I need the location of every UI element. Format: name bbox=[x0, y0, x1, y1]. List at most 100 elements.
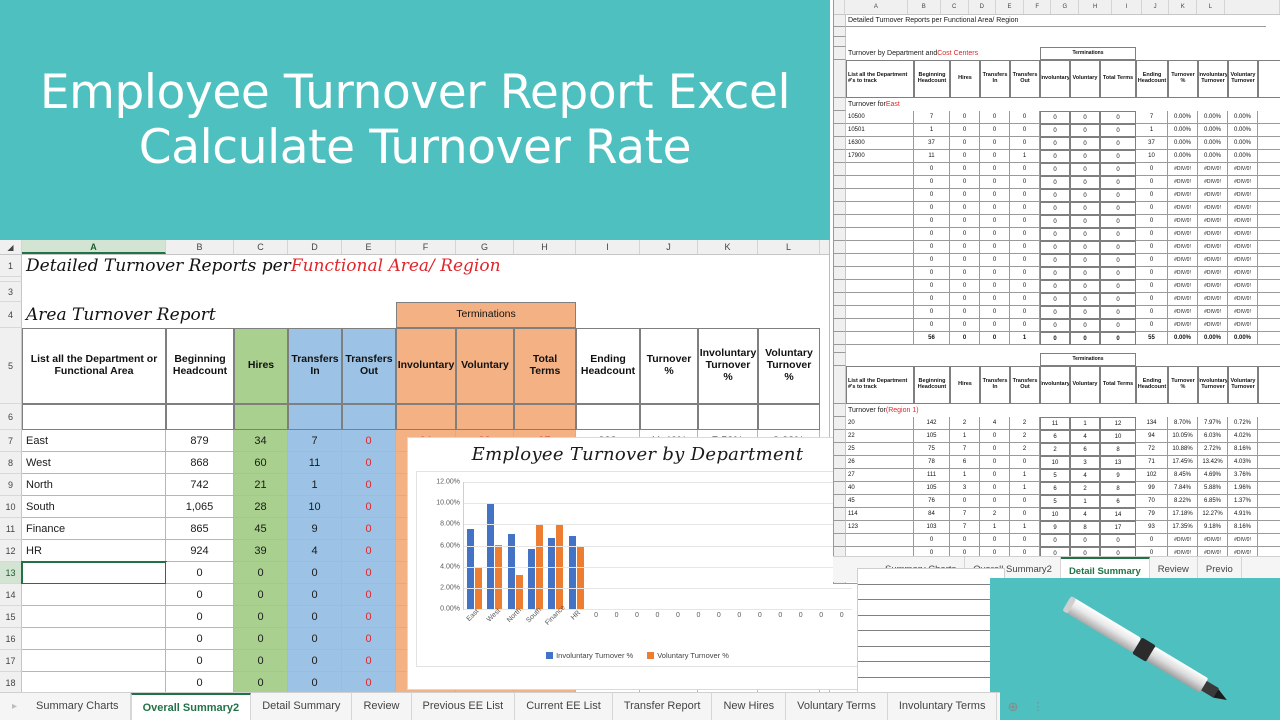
right-cell-b2r6-c6[interactable]: 5 bbox=[1040, 495, 1070, 508]
right-cell-b1r14-c6[interactable]: 0 bbox=[1040, 293, 1070, 306]
right-cell-b1r11-c2[interactable]: 0 bbox=[914, 254, 950, 267]
right-row-header[interactable] bbox=[834, 293, 846, 306]
right-cell-b2r5-c12[interactable]: 1.96% bbox=[1228, 482, 1258, 495]
right-cell-b1r2-c9[interactable]: 37 bbox=[1136, 137, 1168, 150]
right-cell-b1r15-c12[interactable]: #DIV/0! bbox=[1228, 306, 1258, 319]
right-cell-b1r2-c3[interactable]: 0 bbox=[950, 137, 980, 150]
right-cell-b1r7-extra[interactable] bbox=[1258, 202, 1280, 215]
right-cell-b2r3-c11[interactable]: 13.42% bbox=[1198, 456, 1228, 469]
right-cell-b1r5-extra[interactable] bbox=[1258, 176, 1280, 189]
right-cell-b1r11-c3[interactable]: 0 bbox=[950, 254, 980, 267]
right-cell-b1r14-c9[interactable]: 0 bbox=[1136, 293, 1168, 306]
right-cell-b1r16-c6[interactable]: 0 bbox=[1040, 319, 1070, 332]
right-column-header-d[interactable]: D bbox=[968, 0, 997, 14]
right-cell-b1-total-c12[interactable]: 0.00% bbox=[1228, 332, 1258, 345]
right-cell-b1r8-c6[interactable]: 0 bbox=[1040, 215, 1070, 228]
right-cell-b1r10-c12[interactable]: #DIV/0! bbox=[1228, 241, 1258, 254]
right-cell-b1r14-c7[interactable]: 0 bbox=[1070, 293, 1100, 306]
right-cell-b1r10-c11[interactable]: #DIV/0! bbox=[1198, 241, 1228, 254]
right-cell-b1r2-c10[interactable]: 0.00% bbox=[1168, 137, 1198, 150]
right-cell-b2r8-c1[interactable]: 123 bbox=[846, 521, 914, 534]
right-cell-b2r7-c2[interactable]: 84 bbox=[914, 508, 950, 521]
right-cell-b1r13-c6[interactable]: 0 bbox=[1040, 280, 1070, 293]
left-row-header-8[interactable]: 8 bbox=[0, 452, 22, 474]
left-cell-r8-c4[interactable]: 11 bbox=[288, 452, 342, 474]
left-blank-row6-col1[interactable] bbox=[22, 404, 166, 430]
right-cell-b2r1-c8[interactable]: 10 bbox=[1100, 430, 1136, 443]
right-cell-b1r4-c3[interactable]: 0 bbox=[950, 163, 980, 176]
left-blank-row6-col12[interactable] bbox=[758, 404, 820, 430]
sheet-tab-review[interactable]: Review bbox=[352, 693, 412, 720]
right-cell-b1r5-c11[interactable]: #DIV/0! bbox=[1198, 176, 1228, 189]
right-cell-b1r16-c1[interactable] bbox=[846, 319, 914, 332]
right-cell-b1r5-c7[interactable]: 0 bbox=[1070, 176, 1100, 189]
right-cell-b2r3-c12[interactable]: 4.03% bbox=[1228, 456, 1258, 469]
right-cell-b2r0-c4[interactable]: 4 bbox=[980, 417, 1010, 430]
right-cell-b1r5-c12[interactable]: #DIV/0! bbox=[1228, 176, 1258, 189]
right-row-header[interactable] bbox=[834, 345, 846, 353]
right-cell-b1r11-c11[interactable]: #DIV/0! bbox=[1198, 254, 1228, 267]
left-cell-r14-c1[interactable] bbox=[22, 584, 166, 606]
right-cell-b1r1-c1[interactable]: 10501 bbox=[846, 124, 914, 137]
right-cell-b1-total-c3[interactable]: 0 bbox=[950, 332, 980, 345]
right-cell-b1r7-c4[interactable]: 0 bbox=[980, 202, 1010, 215]
right-cell-b1r1-extra[interactable] bbox=[1258, 124, 1280, 137]
left-cell-r9-c1[interactable]: North bbox=[22, 474, 166, 496]
right-cell-b1r5-c5[interactable]: 0 bbox=[1010, 176, 1040, 189]
sheet-tab-voluntary-terms[interactable]: Voluntary Terms bbox=[786, 693, 888, 720]
right-column-header-j[interactable]: J bbox=[1141, 0, 1170, 14]
right-cell-b1r6-c9[interactable]: 0 bbox=[1136, 189, 1168, 202]
right-cell-b1r13-c9[interactable]: 0 bbox=[1136, 280, 1168, 293]
right-row-header[interactable] bbox=[834, 202, 846, 215]
plus-circle-icon[interactable]: ⊕ bbox=[997, 699, 1028, 715]
right-cell-b1r1-c5[interactable]: 0 bbox=[1010, 124, 1040, 137]
right-cell-b1r6-c1[interactable] bbox=[846, 189, 914, 202]
right-cell-b2r4-c2[interactable]: 111 bbox=[914, 469, 950, 482]
right-cell-b1r13-c5[interactable]: 0 bbox=[1010, 280, 1040, 293]
left-cell-r7-c2[interactable]: 879 bbox=[166, 430, 234, 452]
left-cell-r11-c3[interactable]: 45 bbox=[234, 518, 288, 540]
right-cell-b2r9-extra[interactable] bbox=[1258, 534, 1280, 547]
left-cell-r8-c5[interactable]: 0 bbox=[342, 452, 396, 474]
right-cell-b1r9-c10[interactable]: #DIV/0! bbox=[1168, 228, 1198, 241]
right-cell-b2r2-c1[interactable]: 25 bbox=[846, 443, 914, 456]
right-cell-b1r14-c10[interactable]: #DIV/0! bbox=[1168, 293, 1198, 306]
right-cell-b2r9-c2[interactable]: 0 bbox=[914, 534, 950, 547]
left-cell-r11-c2[interactable]: 865 bbox=[166, 518, 234, 540]
right-cell-b1r1-c8[interactable]: 0 bbox=[1100, 124, 1136, 137]
right-cell-b2r1-extra[interactable] bbox=[1258, 430, 1280, 443]
right-cell-b2r0-c1[interactable]: 20 bbox=[846, 417, 914, 430]
right-cell-b2r1-c12[interactable]: 4.02% bbox=[1228, 430, 1258, 443]
right-cell-b1r0-c12[interactable]: 0.00% bbox=[1228, 111, 1258, 124]
right-cell-b2r4-c10[interactable]: 8.45% bbox=[1168, 469, 1198, 482]
left-row-header-4[interactable]: 4 bbox=[0, 302, 22, 328]
right-cell-b2r9-c8[interactable]: 0 bbox=[1100, 534, 1136, 547]
right-cell-b1-total-c5[interactable]: 1 bbox=[1010, 332, 1040, 345]
right-row-header[interactable] bbox=[834, 60, 846, 98]
left-cell-r12-c4[interactable]: 4 bbox=[288, 540, 342, 562]
left-row-header-7[interactable]: 7 bbox=[0, 430, 22, 452]
right-cell-b1r12-c6[interactable]: 0 bbox=[1040, 267, 1070, 280]
right-row-header[interactable] bbox=[834, 521, 846, 534]
right-cell-b1r6-c4[interactable]: 0 bbox=[980, 189, 1010, 202]
right-cell-b1r0-c7[interactable]: 0 bbox=[1070, 111, 1100, 124]
right-cell-b1r13-c7[interactable]: 0 bbox=[1070, 280, 1100, 293]
sheet-tab-transfer-report[interactable]: Transfer Report bbox=[613, 693, 713, 720]
right-cell-b1r12-c4[interactable]: 0 bbox=[980, 267, 1010, 280]
sheet-tab-new-hires[interactable]: New Hires bbox=[712, 693, 787, 720]
left-column-header-b[interactable]: B bbox=[166, 240, 234, 254]
right-cell-b1r11-extra[interactable] bbox=[1258, 254, 1280, 267]
right-cell-b2r7-c8[interactable]: 14 bbox=[1100, 508, 1136, 521]
right-cell-b1r11-c4[interactable]: 0 bbox=[980, 254, 1010, 267]
right-row-header[interactable] bbox=[834, 366, 846, 404]
select-all-corner[interactable]: ◢ bbox=[0, 240, 22, 254]
left-column-header-h[interactable]: H bbox=[514, 240, 576, 254]
left-cell-r9-c3[interactable]: 21 bbox=[234, 474, 288, 496]
right-row-header[interactable] bbox=[834, 27, 846, 37]
right-cell-b1r5-c10[interactable]: #DIV/0! bbox=[1168, 176, 1198, 189]
right-row-header[interactable] bbox=[834, 280, 846, 293]
right-cell-b2r5-c4[interactable]: 0 bbox=[980, 482, 1010, 495]
right-cell-b2r9-c6[interactable]: 0 bbox=[1040, 534, 1070, 547]
right-cell-b2r3-c10[interactable]: 17.45% bbox=[1168, 456, 1198, 469]
right-cell-b1r16-extra[interactable] bbox=[1258, 319, 1280, 332]
